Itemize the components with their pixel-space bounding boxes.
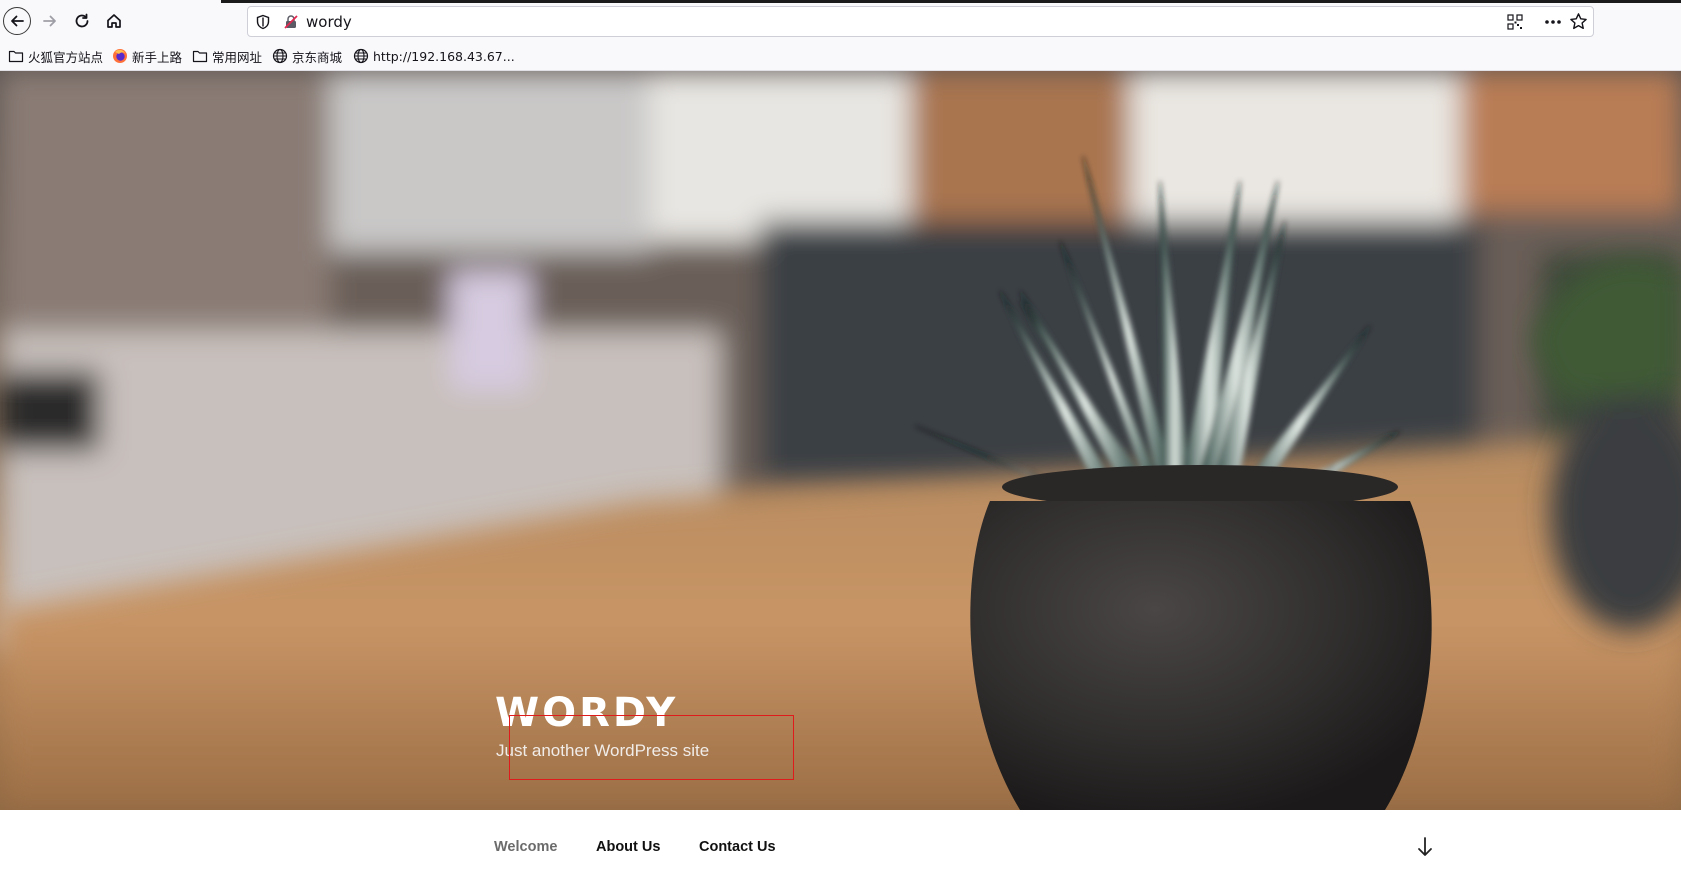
arrow-down-icon — [1418, 837, 1432, 856]
reload-button[interactable] — [68, 7, 96, 35]
globe-icon — [272, 48, 288, 64]
home-button[interactable] — [100, 7, 128, 35]
annotation-highlight-box — [509, 715, 794, 780]
globe-icon — [353, 48, 369, 64]
forward-button[interactable] — [36, 7, 64, 35]
reload-icon — [75, 13, 89, 28]
bookmark-item[interactable]: 新手上路 — [112, 46, 182, 66]
hero-header: WORDY Just another WordPress site — [0, 71, 1681, 810]
bookmark-label: 常用网址 — [212, 49, 263, 65]
primary-menu: Welcome About Us Contact Us — [0, 810, 1681, 872]
menu-item-contact-us[interactable]: Contact Us — [699, 839, 776, 855]
page-actions-more-icon[interactable] — [1543, 13, 1563, 31]
bookmark-label: http://192.168.43.67... — [373, 48, 515, 64]
tracking-shield-icon[interactable] — [255, 14, 271, 30]
firefox-icon — [113, 49, 127, 63]
hero-background-image — [0, 71, 1681, 810]
bookmark-item[interactable]: 常用网址 — [192, 46, 262, 66]
address-bar[interactable]: wordy — [247, 6, 1594, 37]
bookmark-item[interactable]: http://192.168.43.67... — [353, 46, 515, 66]
browser-toolbar: wordy — [0, 0, 1681, 40]
insecure-lock-icon[interactable] — [283, 14, 299, 30]
arrow-left-icon — [11, 15, 24, 27]
back-button[interactable] — [3, 7, 31, 35]
bookmark-label: 新手上路 — [132, 49, 183, 65]
bookmark-label: 京东商城 — [292, 49, 343, 65]
tab-strip-edge — [221, 0, 1681, 3]
home-icon — [107, 14, 121, 28]
arrow-right-icon — [43, 15, 56, 27]
bookmark-star-icon[interactable] — [1569, 12, 1588, 31]
menu-item-about-us[interactable]: About Us — [596, 839, 660, 855]
bookmarks-toolbar: 火狐官方站点 新手上路 常用网址 京东商城 http://192.168.43.… — [0, 40, 1681, 71]
menu-item-welcome[interactable]: Welcome — [494, 839, 557, 855]
url-text[interactable]: wordy — [306, 13, 352, 31]
scroll-down-button[interactable] — [1416, 836, 1434, 863]
folder-icon — [8, 50, 24, 63]
bookmark-label: 火狐官方站点 — [28, 49, 104, 65]
bookmark-item[interactable]: 火狐官方站点 — [8, 46, 103, 66]
qr-code-icon[interactable] — [1507, 14, 1523, 30]
folder-icon — [192, 50, 208, 63]
bookmark-item[interactable]: 京东商城 — [272, 46, 342, 66]
